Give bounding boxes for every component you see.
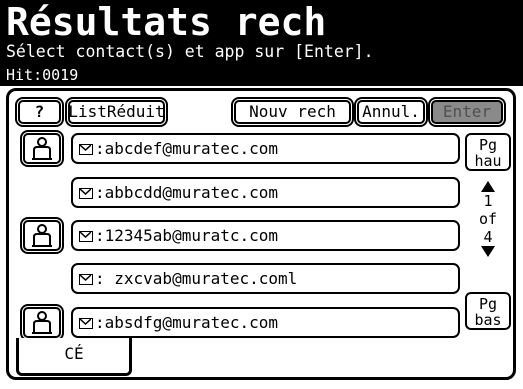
contact-email: : zxcvab@muratec.coml (95, 269, 298, 288)
contact-email: :abcdef@muratec.com (95, 139, 279, 158)
contact-row[interactable]: :abbcdd@muratec.com (71, 177, 460, 208)
enter-button[interactable]: Enter (431, 100, 503, 124)
help-icon: ? (34, 102, 45, 121)
contact-row[interactable]: : zxcvab@muratec.coml (71, 263, 460, 294)
envelope-icon (79, 274, 93, 285)
results-panel: ? ListRéduit Nouv rech Annul. Enter :abc… (6, 88, 516, 380)
hit-count: Hit:0019 (6, 66, 79, 84)
page-title: Résultats rech (6, 0, 327, 44)
page-down-button[interactable]: Pg bas (465, 292, 511, 330)
person-icon (32, 137, 52, 160)
contact-detail-button[interactable] (23, 220, 61, 251)
header: Résultats rech Sélect contact(s) et app … (0, 0, 523, 86)
current-page: 1 (483, 192, 493, 210)
page-indicator: 1 of 4 (465, 177, 511, 257)
envelope-icon (79, 144, 93, 155)
envelope-icon (79, 231, 93, 242)
tab-bar: CÉ (6, 338, 516, 380)
contact-detail-button[interactable] (23, 133, 61, 164)
contact-email: :12345ab@muratc.com (95, 226, 279, 245)
search-results-screen: Résultats rech Sélect contact(s) et app … (0, 0, 523, 389)
cancel-button[interactable]: Annul. (357, 100, 425, 124)
contact-detail-button[interactable] (23, 307, 61, 338)
contact-row[interactable]: :abcdef@muratec.com (71, 133, 460, 164)
list-reduced-button[interactable]: ListRéduit (68, 100, 165, 124)
page-up-button[interactable]: Pg hau (465, 133, 511, 171)
envelope-icon (79, 318, 93, 329)
instruction-text: Sélect contact(s) et app sur [Enter]. (6, 42, 374, 61)
new-search-button[interactable]: Nouv rech (234, 100, 351, 124)
tab-ce[interactable]: CÉ (16, 338, 132, 376)
envelope-icon (79, 188, 93, 199)
scroll-up-arrow-icon (481, 181, 495, 192)
page-of-label: of (478, 210, 498, 228)
person-icon (32, 311, 52, 334)
contact-row[interactable]: :12345ab@muratc.com (71, 220, 460, 251)
contact-email: :absdfg@muratec.com (95, 313, 279, 332)
person-icon (32, 224, 52, 247)
scroll-down-arrow-icon (481, 246, 495, 257)
help-button[interactable]: ? (18, 100, 61, 124)
contact-row[interactable]: :absdfg@muratec.com (71, 307, 460, 338)
contact-email: :abbcdd@muratec.com (95, 183, 279, 202)
total-pages: 4 (483, 228, 493, 246)
